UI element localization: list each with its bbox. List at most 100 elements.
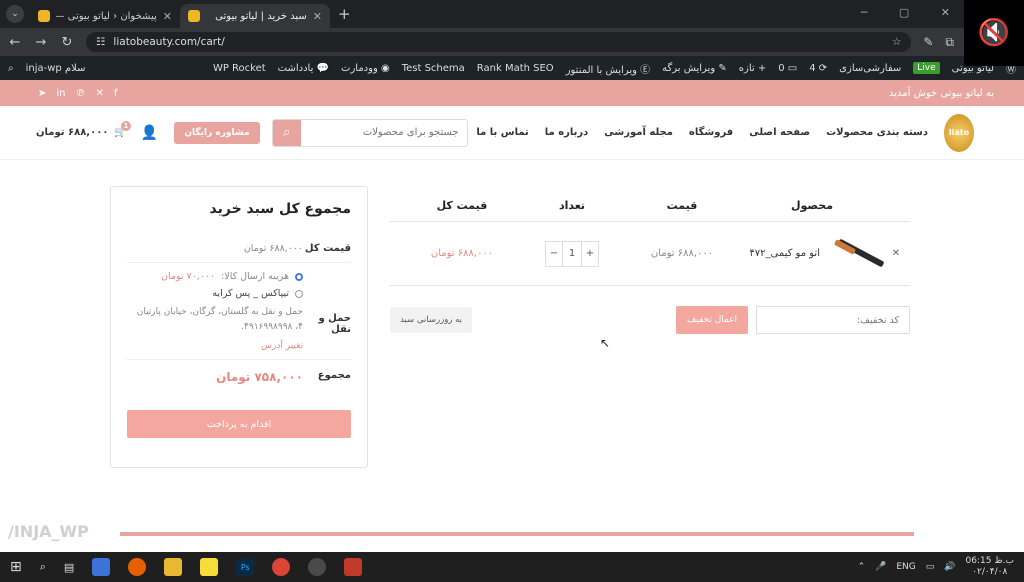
system-tray: ⌃ 🎤 ENG ▭ 🔊 06:15 ب.ظ ۰۲/۰۴/۰۸ (858, 556, 1014, 578)
admin-new[interactable]: + تازه (739, 63, 766, 74)
microphone-icon[interactable]: 🎤 (875, 562, 886, 572)
apply-coupon-button[interactable]: اعمال تخفیف (676, 306, 748, 334)
subtotal-header: قیمت کل (436, 199, 488, 212)
product-thumbnail[interactable] (832, 234, 885, 274)
site-info-icon[interactable]: ☷ (96, 36, 105, 48)
site-logo[interactable]: liato (944, 113, 974, 152)
task-view-icon[interactable]: ▤ (64, 561, 74, 574)
window-controls[interactable]: ─ ▢ ✕ (861, 6, 964, 19)
x-twitter-icon[interactable]: ✕ (96, 88, 104, 99)
clock-date: ۰۲/۰۴/۰۸ (972, 567, 1008, 577)
quantity-input[interactable]: 1 (562, 241, 582, 266)
admin-greeting[interactable]: سلام inja-wp (26, 63, 86, 74)
search-input[interactable] (300, 119, 467, 146)
forward-icon[interactable]: → (34, 35, 48, 50)
tab-title: سبد خرید | لیاتو بیوتی (215, 10, 307, 22)
admin-edit-elementor[interactable]: Ⓔ ویرایش با المنتور (566, 61, 650, 76)
reload-icon[interactable]: ↻ (60, 35, 74, 50)
free-consultation-button[interactable]: مشاوره رایگان (174, 121, 260, 144)
product-header: محصول (790, 199, 834, 212)
edit-elementor-label: ویرایش با المنتور (565, 64, 637, 76)
product-search: ⌕ (271, 118, 468, 147)
quantity-decrease-button[interactable]: − (546, 242, 562, 266)
tray-chevron-icon[interactable]: ⌃ (858, 562, 866, 572)
social-links: ➤ in ℗ ✕ f (38, 88, 117, 99)
price-header: قیمت (666, 199, 698, 212)
shipping-option-flat[interactable]: هزینه ارسال کالا: ۷۰,۰۰۰ تومان (127, 271, 303, 282)
new-tab-button[interactable]: + (338, 5, 351, 23)
photoshop-icon[interactable]: Ps (236, 558, 255, 576)
sticky-notes-icon[interactable] (200, 558, 219, 576)
extensions-icon[interactable]: ⧉ (945, 35, 954, 50)
cart-table-header: محصول قیمت تعداد قیمت کل (390, 190, 910, 222)
admin-comments[interactable]: ▭ 0 (778, 63, 797, 74)
admin-test-schema[interactable]: Test Schema (402, 63, 465, 74)
clock[interactable]: 06:15 ب.ظ ۰۲/۰۴/۰۸ (966, 556, 1014, 578)
subtotal-value: ۶۸۸,۰۰۰ تومان (243, 243, 303, 254)
network-icon[interactable]: ▭ (926, 562, 935, 572)
url-field[interactable]: ☷ liatobeauty.com/cart/ ☆ (86, 32, 912, 52)
windows-start-icon[interactable]: ⊞ (10, 559, 22, 575)
url-text: liatobeauty.com/cart/ (113, 36, 225, 48)
coupon-input[interactable] (756, 306, 910, 334)
radio-unselected[interactable] (295, 289, 303, 298)
header-cart[interactable]: 🛒 1 ۶۸۸,۰۰۰ تومان (36, 121, 131, 138)
admin-wp-rocket[interactable]: WP Rocket (213, 63, 266, 74)
browser-tab-bar: ⌄ پیشخوان ‹ لیاتو بیوتی — وردپرس ✕ سبد خ… (0, 0, 1024, 28)
tab-search-button[interactable]: ⌄ (6, 5, 24, 23)
menu-item-shop[interactable]: فروشگاه (689, 127, 733, 138)
chrome-icon[interactable] (272, 558, 291, 576)
bookmark-star-icon[interactable]: ☆ (892, 36, 901, 48)
subtotal-row: قیمت کل ۶۸۸,۰۰۰ تومان (127, 235, 351, 263)
facebook-icon[interactable]: f (114, 88, 118, 99)
admin-notes[interactable]: 💬 یادداشت (278, 63, 329, 74)
todo-app-icon[interactable] (92, 558, 111, 576)
product-name[interactable]: اتو مو کیمی_۴۷۲ (749, 248, 820, 259)
pinterest-icon[interactable]: ℗ (76, 88, 86, 99)
eyedropper-extension-icon[interactable]: ✎ (923, 35, 933, 49)
quantity-increase-button[interactable]: + (582, 242, 598, 266)
menu-item-home[interactable]: صفحه اصلی (749, 127, 810, 138)
admin-edit-page[interactable]: ✎ ویرایش برگه (662, 63, 727, 74)
search-icon[interactable]: ⌕ (272, 119, 301, 146)
total-value: ۷۵۸,۰۰۰ تومان (216, 370, 303, 384)
update-cart-button[interactable]: به روزرسانی سبد (390, 307, 472, 333)
updates-count: 4 (809, 62, 816, 74)
firefox-icon[interactable] (128, 558, 147, 576)
language-indicator[interactable]: ENG (896, 562, 915, 572)
menu-item-blog[interactable]: مجله آموزشی (604, 127, 673, 138)
admin-woodmart[interactable]: ◉ وودمارت (341, 63, 390, 74)
telegram-icon[interactable]: ➤ (38, 88, 46, 99)
remove-item-icon[interactable]: ✕ (882, 248, 910, 259)
checkout-button[interactable]: اقدام به پرداخت (127, 410, 351, 438)
admin-updates[interactable]: ⟳ 4 (809, 63, 827, 74)
cart-page: مجموع کل سبد خرید قیمت کل ۶۸۸,۰۰۰ تومان … (0, 160, 1024, 548)
wordpress-favicon-icon (38, 10, 50, 22)
app-icon[interactable] (344, 558, 363, 576)
tab-dashboard[interactable]: پیشخوان ‹ لیاتو بیوتی — وردپرس ✕ (30, 4, 180, 28)
admin-search-icon[interactable]: ⌕ (8, 63, 14, 74)
menu-item-about[interactable]: درباره ما (545, 127, 589, 138)
back-icon[interactable]: ← (8, 35, 22, 50)
total-row: مجموع ۷۵۸,۰۰۰ تومان (127, 360, 351, 392)
close-tab-icon[interactable]: ✕ (163, 10, 172, 23)
menu-item-contact[interactable]: تماس با ما (476, 127, 528, 138)
chrome-profile-icon[interactable] (308, 558, 327, 576)
table-row: ✕ اتو مو کیمی_۴۷۲ ۶۸۸,۰۰۰ تومان − 1 + ۶۸… (390, 222, 910, 286)
user-account-icon[interactable]: 👤 (141, 125, 158, 141)
tab-cart[interactable]: سبد خرید | لیاتو بیوتی ✕ (180, 4, 330, 28)
volume-icon[interactable]: 🔊 (944, 562, 955, 572)
linkedin-icon[interactable]: in (56, 88, 65, 99)
file-explorer-icon[interactable] (164, 558, 183, 576)
radio-selected[interactable] (295, 272, 303, 281)
shipping-option-label: تیپاکس _ پس کرایه (212, 288, 289, 299)
mute-icon[interactable]: 🔇 (964, 0, 1024, 66)
close-tab-icon[interactable]: ✕ (313, 10, 322, 23)
admin-rank-math[interactable]: Rank Math SEO (477, 63, 554, 74)
menu-item-categories[interactable]: دسته بندی محصولات (826, 127, 928, 138)
notes-label: یادداشت (277, 62, 314, 74)
taskbar-search-icon[interactable]: ⌕ (40, 560, 46, 574)
admin-customize[interactable]: سفارشی‌سازی (839, 63, 901, 74)
change-address-link[interactable]: تغییر آدرس (127, 341, 303, 351)
shipping-option-tipax[interactable]: تیپاکس _ پس کرایه (127, 288, 303, 299)
